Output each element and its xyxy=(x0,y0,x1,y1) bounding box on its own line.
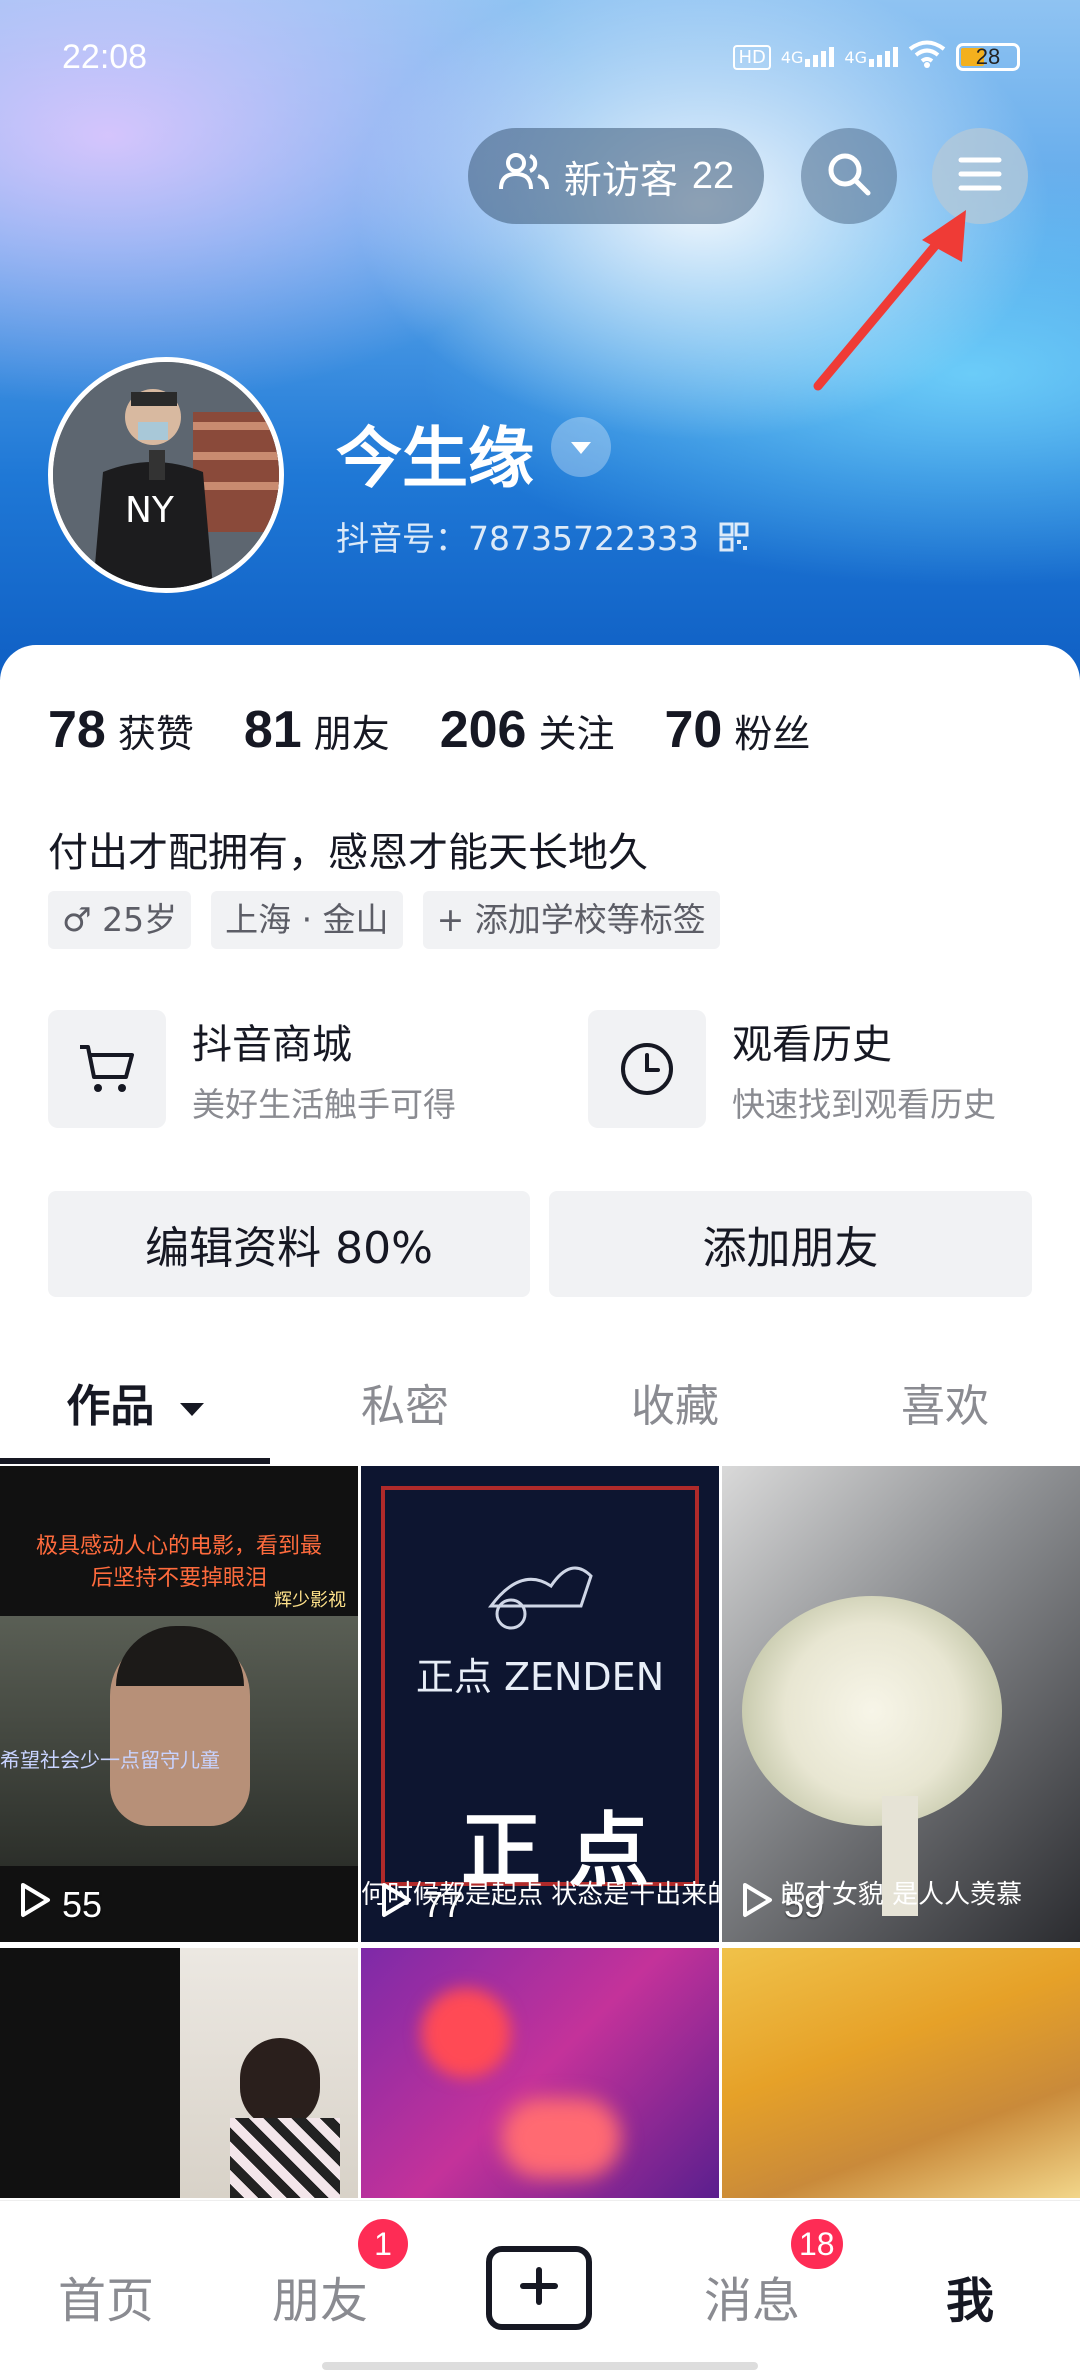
video-brand: 辉少影视 xyxy=(274,1590,346,1611)
tab-works[interactable]: 作品 xyxy=(0,1370,270,1434)
content-tabs: 作品 私密 收藏 喜欢 xyxy=(0,1370,1080,1462)
username: 今生缘 xyxy=(336,420,534,497)
add-tag-button[interactable]: + 添加学校等标签 xyxy=(422,891,720,949)
avatar[interactable]: NY xyxy=(48,357,284,593)
stat-following[interactable]: 206 关注 xyxy=(440,700,615,760)
video-thumbnail[interactable]: 极具感动人心的电影，看到最后坚持不要掉眼泪 辉少影视 希望社会少一点留守儿童 5… xyxy=(0,1466,358,1942)
svg-text:NY: NY xyxy=(125,490,175,531)
play-count: 55 xyxy=(18,1881,102,1928)
video-brand: 正点 ZENDEN xyxy=(415,1655,665,1699)
wifi-icon xyxy=(908,40,946,74)
tab-works-label: 作品 xyxy=(66,1381,155,1432)
battery-icon: 28 xyxy=(956,43,1020,71)
cart-icon xyxy=(48,1010,166,1128)
douyin-id: 抖音号：78735722333 xyxy=(336,519,699,558)
tag-gender-age-text: ♂ 25岁 xyxy=(62,900,178,939)
tag-location[interactable]: 上海 · 金山 xyxy=(211,891,403,949)
stat-label: 朋友 xyxy=(313,712,390,756)
caret-down-icon xyxy=(571,442,591,454)
new-visitors-button[interactable]: 新访客 22 xyxy=(468,128,764,224)
play-icon xyxy=(379,1881,413,1928)
caret-down-icon xyxy=(179,1402,204,1416)
video-thumbnail[interactable] xyxy=(722,1948,1080,2198)
stat-friends[interactable]: 81 朋友 xyxy=(244,700,390,760)
video-thumbnail[interactable]: 正点 ZENDEN 正 点 何时候都是起点 状态是干出来的 77 xyxy=(361,1466,719,1942)
add-friend-button[interactable]: 添加朋友 xyxy=(549,1191,1032,1297)
tab-favorites[interactable]: 收藏 xyxy=(540,1370,810,1434)
hd-icon: HD xyxy=(733,44,771,70)
account-switch-button[interactable] xyxy=(551,417,611,477)
active-tab-indicator xyxy=(0,1458,270,1464)
network-1-label: 4G xyxy=(780,48,804,67)
stat-number: 70 xyxy=(664,701,723,759)
stat-number: 78 xyxy=(48,701,106,759)
tags-row: ♂ 25岁 上海 · 金山 + 添加学校等标签 xyxy=(48,891,720,949)
create-button[interactable] xyxy=(486,2246,592,2330)
battery-level: 28 xyxy=(975,44,1001,69)
friends-badge: 1 xyxy=(358,2219,408,2269)
tab-likes[interactable]: 喜欢 xyxy=(810,1370,1080,1434)
nav-home[interactable]: 首页 xyxy=(58,2261,154,2331)
stat-label: 获赞 xyxy=(117,712,194,756)
hamburger-menu-icon xyxy=(957,154,1003,198)
messages-badge: 18 xyxy=(791,2219,843,2269)
stat-label: 关注 xyxy=(538,712,615,756)
stat-followers[interactable]: 70 粉丝 xyxy=(665,700,811,760)
history-entry[interactable]: 观看历史 快速找到观看历史 xyxy=(588,1010,996,1128)
history-title: 观看历史 xyxy=(732,1022,892,1068)
edit-profile-button[interactable]: 编辑资料 80% xyxy=(48,1191,530,1297)
home-indicator[interactable] xyxy=(322,2362,758,2370)
play-icon xyxy=(18,1881,52,1928)
video-caption-top: 极具感动人心的电影，看到最后坚持不要掉眼泪 xyxy=(35,1534,322,1591)
play-count-value: 59 xyxy=(784,1883,825,1925)
status-bar: 22:08 HD 4G 4G 28 xyxy=(62,38,1020,80)
nav-friends[interactable]: 朋友 xyxy=(272,2261,368,2331)
visitors-count: 22 xyxy=(691,154,735,197)
status-time: 22:08 xyxy=(62,38,148,76)
annotation-arrow-icon xyxy=(813,210,966,391)
tab-private[interactable]: 私密 xyxy=(270,1370,540,1434)
signal-2-icon: 4G xyxy=(844,47,898,67)
video-thumbnail[interactable]: 郎才女貌 是人人羡慕 59 xyxy=(722,1466,1080,1942)
nav-messages[interactable]: 消息 xyxy=(704,2261,800,2331)
bio[interactable]: 付出才配拥有，感恩才能天长地久 xyxy=(48,820,648,878)
stat-label: 粉丝 xyxy=(734,712,811,756)
shop-subtitle: 美好生活触手可得 xyxy=(192,1085,456,1124)
stat-number: 206 xyxy=(439,701,527,759)
shop-entry[interactable]: 抖音商城 美好生活触手可得 xyxy=(48,1010,456,1128)
video-caption-mid: 希望社会少一点留守儿童 xyxy=(0,1748,220,1772)
visitors-label: 新访客 xyxy=(563,157,678,202)
network-2-label: 4G xyxy=(844,48,867,67)
play-count: 77 xyxy=(379,1881,463,1928)
play-count-value: 77 xyxy=(423,1883,464,1925)
play-icon xyxy=(740,1881,774,1928)
bottom-navigation: 首页 朋友 1 消息 18 我 xyxy=(0,2200,1080,2376)
chariot-logo-icon xyxy=(481,1536,601,1636)
stat-number: 81 xyxy=(243,701,302,759)
clock-icon xyxy=(588,1010,706,1128)
nav-me[interactable]: 我 xyxy=(946,2261,994,2331)
video-thumbnail[interactable] xyxy=(361,1948,719,2198)
shop-title: 抖音商城 xyxy=(192,1022,352,1068)
qr-code-icon[interactable] xyxy=(719,521,749,560)
stat-likes[interactable]: 78 获赞 xyxy=(48,700,194,760)
uid-row: 抖音号：78735722333 xyxy=(336,512,749,560)
video-thumbnail[interactable] xyxy=(0,1948,358,2198)
plus-icon xyxy=(519,2266,559,2310)
signal-1-icon: 4G xyxy=(781,47,835,67)
tag-gender-age[interactable]: ♂ 25岁 xyxy=(48,891,192,949)
search-icon xyxy=(824,149,874,203)
status-icons: HD 4G 4G 28 xyxy=(733,40,1020,74)
history-subtitle: 快速找到观看历史 xyxy=(732,1085,996,1124)
play-count-value: 55 xyxy=(62,1883,103,1925)
play-count: 59 xyxy=(740,1881,824,1928)
profile-page: 22:08 HD 4G 4G 28 新访客 22 NY 今生缘 抖音号：7873… xyxy=(0,0,1080,2376)
visitors-icon xyxy=(498,152,550,201)
stats-row: 78 获赞 81 朋友 206 关注 70 粉丝 xyxy=(48,700,860,760)
